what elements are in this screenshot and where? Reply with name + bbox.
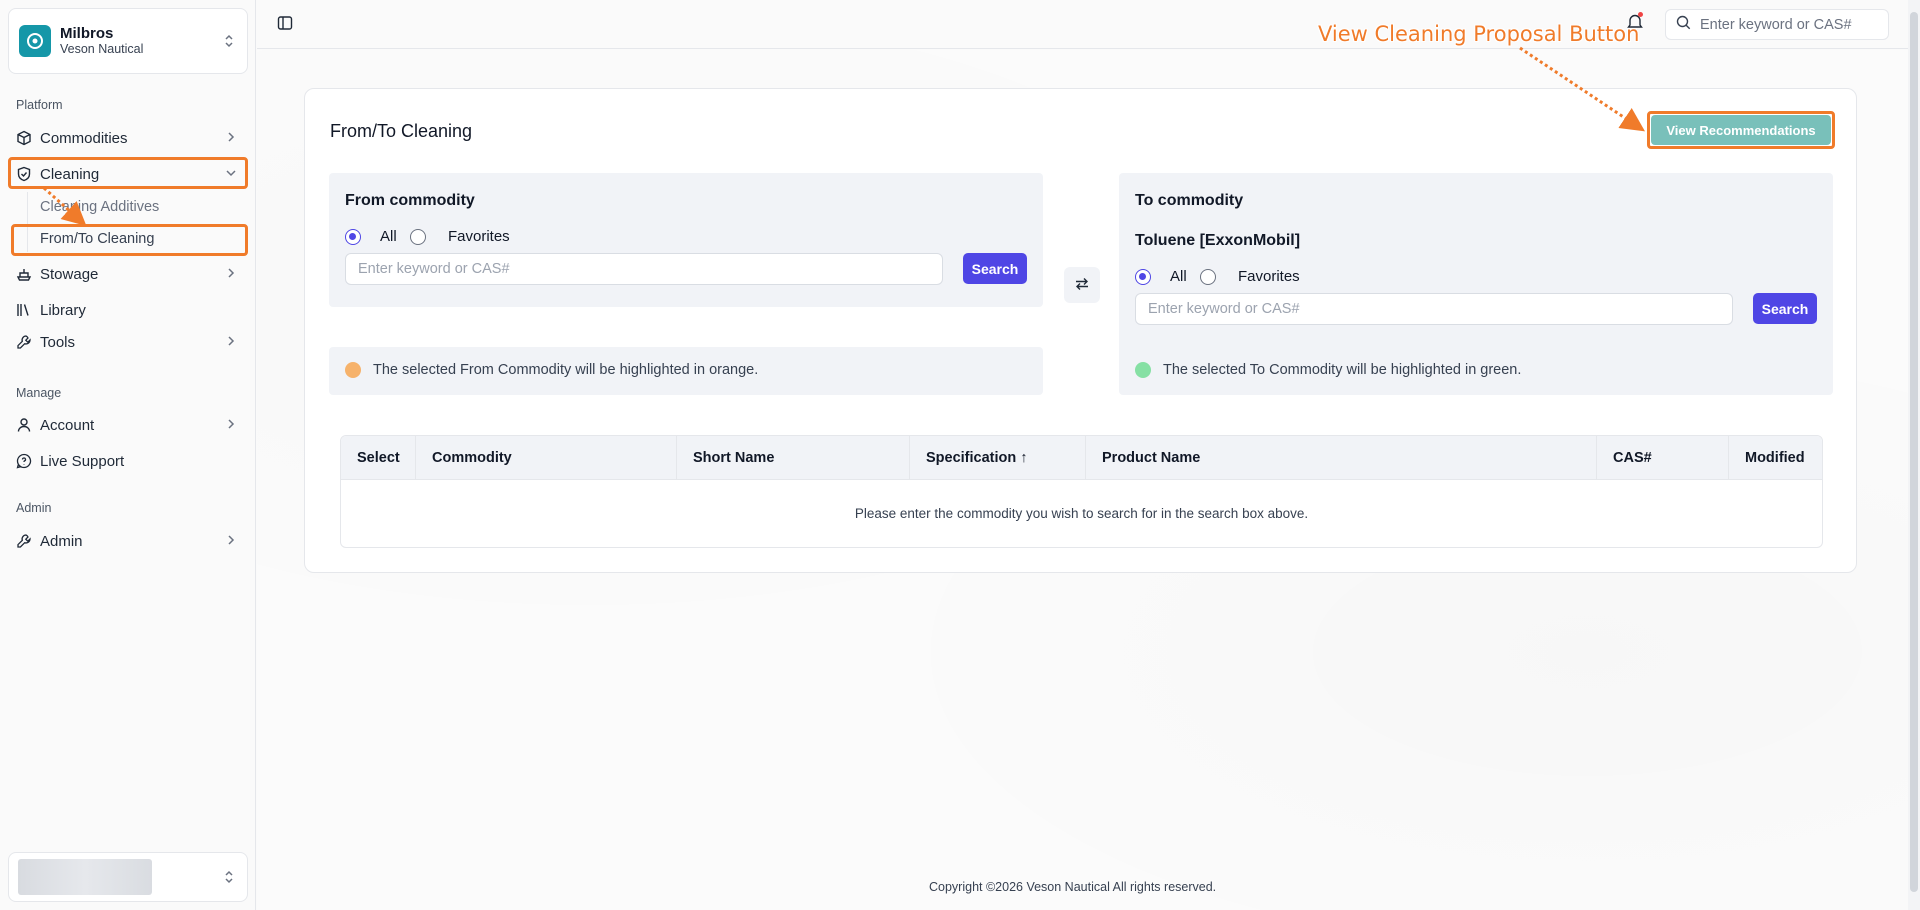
user-switcher[interactable] [8, 852, 248, 902]
to-hint-text: The selected To Commodity will be highli… [1163, 362, 1522, 378]
wrench-icon [16, 334, 32, 350]
global-search[interactable] [1665, 9, 1889, 40]
to-search-input[interactable] [1135, 293, 1733, 325]
sidebar-item-label: Commodities [40, 129, 128, 147]
to-commodity-title: To commodity [1135, 192, 1244, 209]
column-header-select: Select [341, 436, 416, 479]
swap-button[interactable] [1064, 267, 1100, 303]
sidebar-item-commodities[interactable]: Commodities [10, 123, 246, 153]
orange-dot-icon [345, 362, 361, 378]
sidebar-item-label: Library [40, 301, 86, 319]
topbar [257, 0, 1920, 49]
radio-unselected[interactable] [1200, 268, 1216, 285]
sidebar-item-stowage[interactable]: Stowage [10, 259, 246, 289]
chevron-right-icon [224, 417, 238, 435]
wrench-icon [16, 533, 32, 549]
annotation-label: View Cleaning Proposal Button [1318, 22, 1640, 46]
org-switcher[interactable]: Milbros Veson Nautical [8, 8, 248, 74]
from-commodity-panel: From commodity All Favorites Search [329, 173, 1043, 307]
from-commodity-title: From commodity [345, 192, 475, 209]
empty-table-message: Please enter the commodity you wish to s… [341, 479, 1822, 547]
from-radio-all[interactable]: All [345, 228, 397, 245]
sidebar-item-label: Live Support [40, 452, 125, 470]
sidebar-item-account[interactable]: Account [10, 410, 246, 440]
to-radio-favorites[interactable]: Favorites [1200, 268, 1300, 285]
column-header-modified[interactable]: Modified [1729, 436, 1822, 479]
sidebar-item-label: Account [40, 416, 95, 434]
sidebar: Milbros Veson Nautical Platform Commodit… [0, 0, 256, 910]
box-icon [16, 130, 32, 146]
avatar [18, 859, 152, 895]
org-name: Milbros [60, 25, 114, 43]
swap-arrows-icon [1074, 276, 1090, 295]
annotation-highlight-view-button [1647, 111, 1835, 149]
column-header-specification[interactable]: Specification ↑ [910, 436, 1086, 479]
column-header-cas[interactable]: CAS# [1597, 436, 1729, 479]
to-selected-commodity: Toluene [ExxonMobil] [1135, 232, 1301, 249]
sidebar-item-library[interactable]: Library [10, 295, 246, 325]
chevron-right-icon [224, 266, 238, 284]
from-search-button[interactable]: Search [963, 253, 1027, 284]
column-header-short-name[interactable]: Short Name [677, 436, 910, 479]
search-icon [1676, 15, 1691, 35]
annotation-highlight-cleaning [8, 157, 248, 189]
sidebar-item-cleaning-additives[interactable]: Cleaning Additives [40, 199, 159, 215]
sidebar-item-label: Admin [40, 532, 83, 550]
section-label-platform: Platform [16, 98, 63, 112]
from-radio-favorites[interactable]: Favorites [410, 228, 510, 245]
from-hint-panel: The selected From Commodity will be high… [329, 347, 1043, 395]
chevron-right-icon [224, 130, 238, 148]
to-search-button[interactable]: Search [1753, 293, 1817, 324]
to-radio-all[interactable]: All [1135, 268, 1187, 285]
sidebar-item-live-support[interactable]: Live Support [10, 446, 246, 476]
sidebar-item-tools[interactable]: Tools [10, 327, 246, 357]
from-hint: The selected From Commodity will be high… [345, 362, 758, 378]
chevron-up-down-icon [223, 33, 235, 54]
column-header-commodity[interactable]: Commodity [416, 436, 677, 479]
chevron-right-icon [224, 334, 238, 352]
to-hint: The selected To Commodity will be highli… [1135, 362, 1521, 378]
ship-icon [16, 266, 32, 282]
org-logo-icon [19, 25, 51, 57]
chevron-up-down-icon [223, 869, 235, 890]
sidebar-item-label: Stowage [40, 265, 99, 283]
radio-all-label: All [380, 228, 397, 245]
support-icon [16, 453, 32, 469]
to-commodity-panel: To commodity Toluene [ExxonMobil] All Fa… [1119, 173, 1833, 395]
from-to-cleaning-card: From/To Cleaning View Recommendations Fr… [304, 88, 1857, 573]
from-search-input[interactable] [345, 253, 943, 285]
radio-favorites-label: Favorites [448, 228, 510, 245]
user-icon [16, 417, 32, 433]
sidebar-item-label: Tools [40, 333, 76, 351]
radio-all-label: All [1170, 268, 1187, 285]
table-row: Please enter the commodity you wish to s… [341, 479, 1822, 547]
section-label-admin: Admin [16, 501, 52, 515]
page-title: From/To Cleaning [330, 121, 473, 141]
radio-unselected[interactable] [410, 228, 426, 245]
table-header-row: Select Commodity Short Name Specificatio… [341, 436, 1822, 479]
column-header-product-name[interactable]: Product Name [1086, 436, 1597, 479]
radio-favorites-label: Favorites [1238, 268, 1300, 285]
sidebar-toggle-icon[interactable] [277, 15, 293, 36]
global-search-input[interactable] [1700, 16, 1880, 33]
library-icon [16, 302, 32, 318]
section-label-manage: Manage [16, 386, 62, 400]
scrollbar-thumb[interactable] [1910, 12, 1918, 892]
sidebar-item-admin[interactable]: Admin [10, 526, 246, 556]
chevron-right-icon [224, 533, 238, 551]
from-hint-text: The selected From Commodity will be high… [373, 362, 759, 378]
footer-copyright: Copyright ©2026 Veson Nautical All right… [929, 880, 1217, 894]
radio-selected[interactable] [345, 228, 361, 245]
annotation-highlight-from-to [11, 224, 248, 256]
green-dot-icon [1135, 362, 1151, 378]
radio-selected[interactable] [1135, 268, 1151, 285]
page-scrollbar[interactable] [1908, 0, 1920, 910]
notification-dot [1638, 12, 1643, 17]
results-table: Select Commodity Short Name Specificatio… [340, 435, 1823, 548]
org-subtitle: Veson Nautical [60, 42, 144, 57]
